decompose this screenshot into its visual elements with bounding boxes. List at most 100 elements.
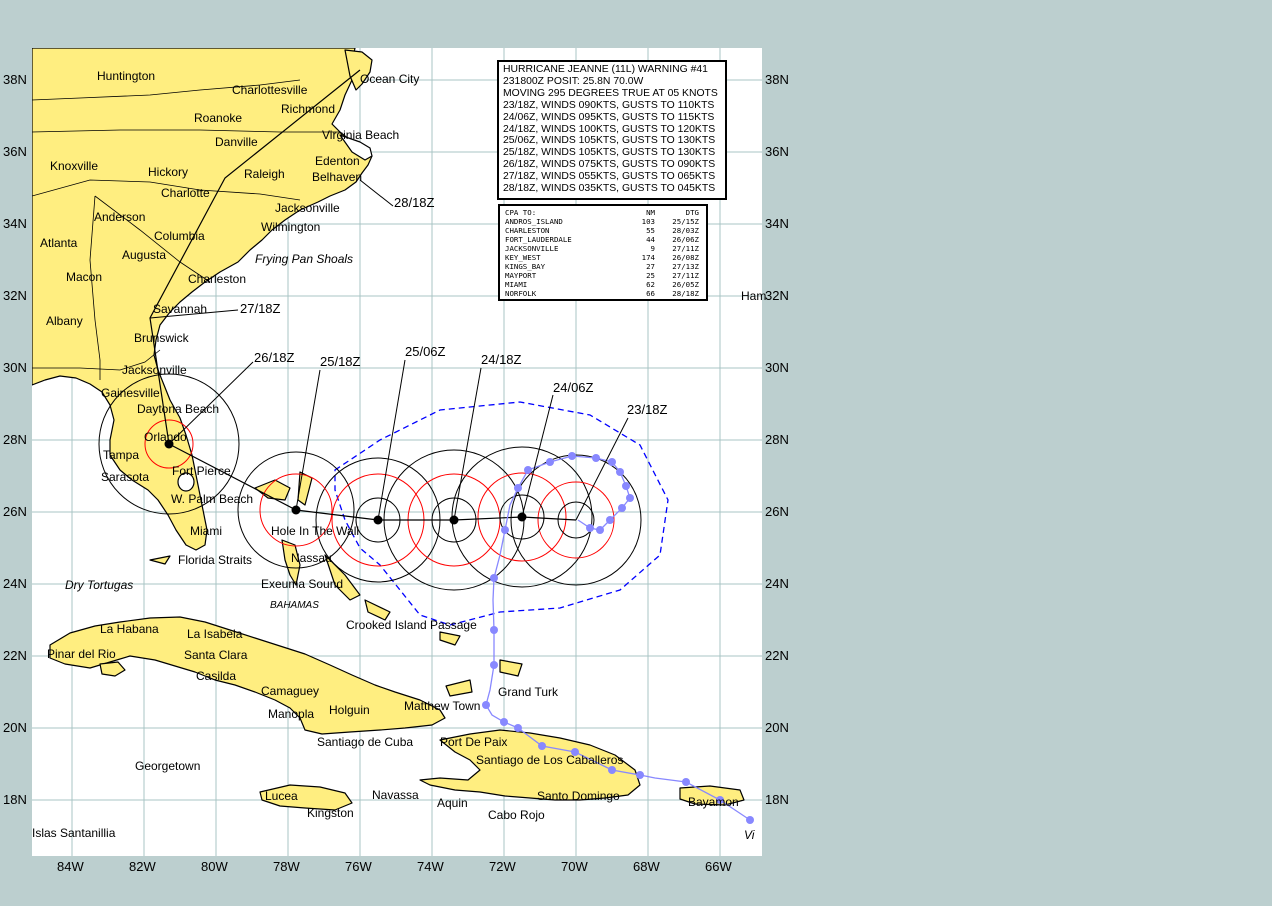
place-label: Nassau bbox=[291, 551, 332, 565]
lat-label: 20N bbox=[765, 720, 789, 735]
place-label: Orlando bbox=[144, 430, 187, 444]
place-label: Belhaven bbox=[312, 170, 362, 184]
lon-label: 78W bbox=[273, 859, 300, 874]
warning-title: HURRICANE JEANNE (11L) WARNING #41 bbox=[503, 64, 708, 75]
place-label: Jacksonville bbox=[122, 363, 187, 377]
cpa-header-dtg: DTG bbox=[685, 208, 699, 217]
warning-forecast-line: 24/06Z, WINDS 095KTS, GUSTS TO 115KTS bbox=[503, 111, 715, 123]
cpa-time: 26/06Z bbox=[672, 235, 699, 244]
place-label: Gainesville bbox=[101, 386, 160, 400]
forecast-label: 25/06Z bbox=[405, 344, 446, 359]
lon-label: 70W bbox=[561, 859, 588, 874]
cpa-location: FORT_LAUDERDALE bbox=[505, 235, 572, 244]
forecast-label: 24/18Z bbox=[481, 352, 522, 367]
cpa-header-nm: NM bbox=[646, 208, 655, 217]
warning-movement: MOVING 295 DEGREES TRUE AT 05 KNOTS bbox=[503, 87, 718, 99]
place-label: Charlottesville bbox=[232, 83, 308, 97]
cpa-distance: 44 bbox=[646, 235, 655, 244]
cpa-table: CPA TO: NM DTG ANDROS_ISLAND 103 25/15Z CH… bbox=[498, 204, 708, 301]
place-label: Santo Domingo bbox=[537, 789, 620, 803]
cpa-location: MAYPORT bbox=[505, 271, 537, 280]
place-label: Columbia bbox=[154, 229, 205, 243]
forecast-label: 25/18Z bbox=[320, 354, 361, 369]
place-label: Atlanta bbox=[40, 236, 78, 250]
lat-label: 22N bbox=[3, 648, 27, 663]
warning-forecast-line: 28/18Z, WINDS 035KTS, GUSTS TO 045KTS bbox=[503, 183, 716, 195]
lat-label: 38N bbox=[3, 72, 27, 87]
place-label: La Habana bbox=[100, 622, 159, 636]
lon-label: 72W bbox=[489, 859, 516, 874]
place-label: Ham bbox=[741, 289, 766, 303]
lat-label: 30N bbox=[3, 360, 27, 375]
place-label: Roanoke bbox=[194, 111, 242, 125]
cpa-row: ANDROS_ISLAND 103 25/15Z bbox=[505, 217, 701, 226]
cpa-time: 26/08Z bbox=[672, 253, 699, 262]
lon-label: 76W bbox=[345, 859, 372, 874]
cpa-distance: 62 bbox=[646, 280, 655, 289]
place-label: W. Palm Beach bbox=[171, 492, 253, 506]
place-label: Camaguey bbox=[261, 684, 319, 698]
place-label: Albany bbox=[46, 314, 83, 328]
lat-label: 24N bbox=[765, 576, 789, 591]
cpa-location: MIAMI bbox=[505, 280, 528, 289]
forecast-label: 27/18Z bbox=[240, 301, 281, 316]
cpa-distance: 9 bbox=[650, 244, 655, 253]
place-label: Danville bbox=[215, 135, 258, 149]
cpa-time: 27/13Z bbox=[672, 262, 699, 271]
cpa-time: 25/15Z bbox=[672, 217, 699, 226]
cpa-time: 28/03Z bbox=[672, 226, 699, 235]
lat-label: 30N bbox=[765, 360, 789, 375]
place-label: Macon bbox=[66, 270, 102, 284]
place-label: Santiago de Los Caballeros bbox=[476, 753, 623, 767]
lat-label: 28N bbox=[3, 432, 27, 447]
cpa-row: JACKSONVILLE 9 27/11Z bbox=[505, 244, 701, 253]
warning-forecast-line: 27/18Z, WINDS 055KTS, GUSTS TO 065KTS bbox=[503, 171, 716, 183]
cpa-row: NORFOLK 66 28/18Z bbox=[505, 289, 701, 298]
cpa-distance: 174 bbox=[641, 253, 655, 262]
warning-forecast-line: 23/18Z, WINDS 090KTS, GUSTS TO 110KTS bbox=[503, 99, 715, 111]
cpa-header: CPA TO: NM DTG bbox=[505, 208, 701, 217]
cpa-distance: 27 bbox=[646, 262, 655, 271]
place-label: Lucea bbox=[265, 789, 298, 803]
lat-label: 26N bbox=[3, 504, 27, 519]
place-label: Crooked Island Passage bbox=[346, 618, 477, 632]
place-label: Wilmington bbox=[261, 220, 320, 234]
place-label: Aquin bbox=[437, 796, 468, 810]
lon-label: 80W bbox=[201, 859, 228, 874]
place-label: La Isabela bbox=[187, 627, 243, 641]
lat-label: 26N bbox=[765, 504, 789, 519]
lat-label: 24N bbox=[3, 576, 27, 591]
place-label: Holguin bbox=[329, 703, 370, 717]
place-label: Ocean City bbox=[360, 72, 419, 86]
cpa-distance: 66 bbox=[646, 289, 655, 298]
place-label: Miami bbox=[190, 524, 222, 538]
place-label: Vi bbox=[744, 828, 755, 842]
lat-label: 20N bbox=[3, 720, 27, 735]
cpa-row: MAYPORT 25 27/11Z bbox=[505, 271, 701, 280]
place-label: Jacksonville bbox=[275, 201, 340, 215]
place-label: Florida Straits bbox=[178, 553, 252, 567]
cpa-time: 26/05Z bbox=[672, 280, 699, 289]
cpa-location: JACKSONVILLE bbox=[505, 244, 559, 253]
forecast-label: 24/06Z bbox=[553, 380, 594, 395]
place-label: Virginia Beach bbox=[322, 128, 399, 142]
cpa-distance: 103 bbox=[641, 217, 655, 226]
lat-label: 32N bbox=[765, 288, 789, 303]
cpa-row: CHARLESTON 55 28/03Z bbox=[505, 226, 701, 235]
place-label: Santiago de Cuba bbox=[317, 735, 413, 749]
place-label: Pinar del Rio bbox=[47, 647, 116, 661]
place-label: Richmond bbox=[281, 102, 335, 116]
place-label: Bayamon bbox=[688, 795, 739, 809]
lon-label: 74W bbox=[417, 859, 444, 874]
place-label: Grand Turk bbox=[498, 685, 559, 699]
lat-label: 38N bbox=[765, 72, 789, 87]
place-label: Sarasota bbox=[101, 470, 149, 484]
cpa-time: 28/18Z bbox=[672, 289, 699, 298]
cpa-time: 27/11Z bbox=[672, 271, 699, 280]
place-label: Georgetown bbox=[135, 759, 200, 773]
lat-label: 22N bbox=[765, 648, 789, 663]
warning-position: 231800Z POSIT: 25.8N 70.0W bbox=[503, 75, 644, 87]
latitude-labels-left: 38N 36N 34N 32N 30N 28N 26N 24N 22N 20N … bbox=[3, 72, 27, 807]
cpa-location: KINGS_BAY bbox=[505, 262, 546, 271]
place-label: BAHAMAS bbox=[270, 600, 319, 611]
